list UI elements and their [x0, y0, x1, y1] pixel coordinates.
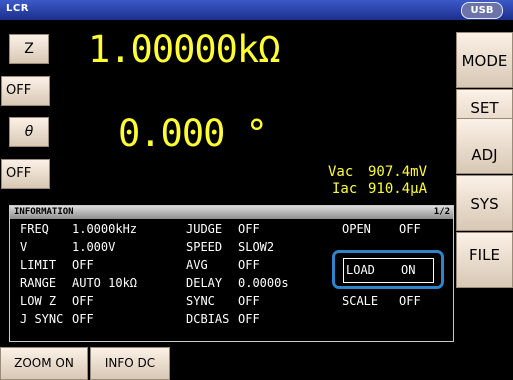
sync-label: SYNC	[186, 294, 215, 308]
open-value: OFF	[399, 222, 421, 236]
load-value: ON	[401, 263, 416, 277]
open-label: OPEN	[342, 222, 371, 236]
mode-menu-button[interactable]: MODE	[456, 32, 513, 88]
information-title: INFORMATION	[14, 207, 74, 217]
speed-value: SLOW2	[238, 240, 275, 254]
delay-label: DELAY	[186, 276, 223, 290]
lcr-screen: LCR USB Z OFF θ OFF 1.00000kΩ 0.000 ° Va…	[0, 0, 513, 380]
dcbias-label: DCBIAS	[186, 312, 230, 326]
param1-button[interactable]: Z	[9, 34, 49, 64]
sys-menu-label: SYS	[470, 195, 499, 213]
freq-label: FREQ	[20, 222, 49, 236]
limit-value: OFF	[72, 258, 94, 272]
info-dc-button[interactable]: INFO DC	[90, 347, 170, 380]
information-header: INFORMATION 1/2	[10, 206, 453, 219]
iac-value: 910.4μA	[368, 181, 428, 197]
vac-label: Vac	[328, 164, 354, 180]
param1-range-button[interactable]: OFF	[1, 76, 50, 106]
freq-value: 1.0000kHz	[72, 222, 138, 236]
delay-value: 0.0000s	[238, 276, 289, 290]
param2-range-button[interactable]: OFF	[1, 159, 50, 189]
secondary-measurement: 0.000 °	[118, 112, 268, 155]
adj-menu-button[interactable]: ADJ	[456, 118, 513, 174]
sys-menu-button[interactable]: SYS	[456, 175, 513, 231]
information-page-indicator: 1/2	[433, 207, 450, 217]
range-value: AUTO 10kΩ	[72, 276, 138, 290]
adj-menu-label: ADJ	[471, 146, 498, 164]
primary-measurement: 1.00000kΩ	[88, 28, 280, 71]
iac-label: Iac	[332, 181, 358, 197]
j-sync-label: J SYNC	[20, 312, 64, 326]
limit-label: LIMIT	[20, 258, 57, 272]
scale-value: OFF	[399, 294, 421, 308]
set-menu-label: SET	[470, 99, 499, 117]
avg-value: OFF	[238, 258, 260, 272]
usb-indicator: USB	[461, 2, 503, 19]
file-menu-label: FILE	[469, 246, 500, 264]
mode-menu-label: MODE	[461, 52, 508, 70]
title-bar: LCR USB	[0, 0, 513, 20]
dcbias-value: OFF	[238, 312, 260, 326]
information-panel: INFORMATION 1/2 FREQ 1.0000kHz V 1.000V …	[9, 205, 454, 342]
mode-label: LCR	[6, 3, 29, 14]
judge-label: JUDGE	[186, 222, 223, 236]
low-z-value: OFF	[72, 294, 94, 308]
range-label: RANGE	[20, 276, 57, 290]
param2-button[interactable]: θ	[9, 117, 49, 147]
speed-label: SPEED	[186, 240, 223, 254]
avg-label: AVG	[186, 258, 208, 272]
file-menu-button[interactable]: FILE	[456, 232, 513, 288]
voltage-label: V	[20, 240, 28, 254]
judge-value: OFF	[238, 222, 260, 236]
zoom-button[interactable]: ZOOM ON	[0, 347, 88, 380]
j-sync-value: OFF	[72, 312, 94, 326]
vac-value: 907.4mV	[368, 164, 428, 180]
sync-value: OFF	[238, 294, 260, 308]
scale-label: SCALE	[342, 294, 379, 308]
low-z-label: LOW Z	[20, 294, 57, 308]
voltage-value: 1.000V	[72, 240, 116, 254]
load-label: LOAD	[346, 263, 375, 277]
